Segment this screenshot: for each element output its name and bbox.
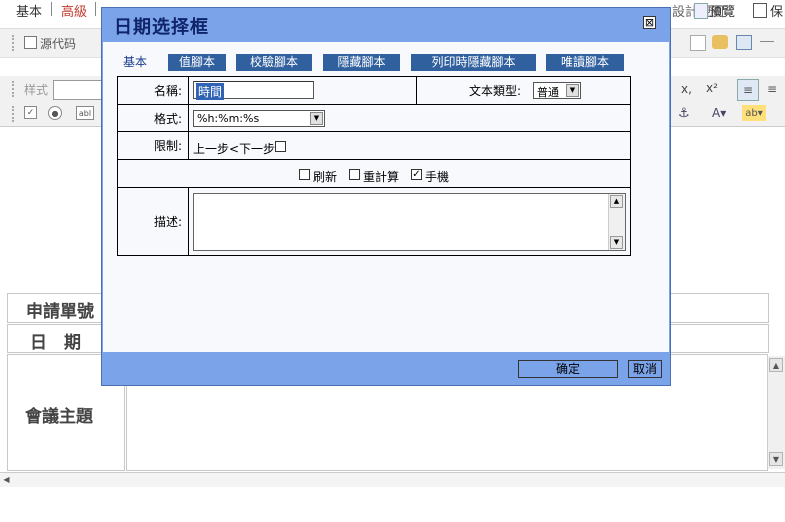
image-icon[interactable] (690, 35, 706, 51)
toolbar-grip[interactable] (12, 106, 17, 122)
dialog-footer: 确定 取消 (103, 352, 669, 385)
refresh-label: 刷新 (313, 170, 338, 184)
menu-separator (51, 2, 52, 16)
menu-separator (95, 2, 96, 16)
menu-save[interactable]: 保 (770, 1, 783, 20)
document-horizontal-scrollbar[interactable]: ◀ (0, 472, 785, 488)
document-vertical-scrollbar[interactable]: ▲ ▼ (767, 356, 785, 469)
ok-button[interactable]: 确定 (518, 360, 618, 378)
tab-value-script[interactable]: 值腳本 (168, 54, 226, 71)
chevron-down-icon[interactable]: ▼ (566, 84, 579, 97)
limit-label: 限制: (117, 131, 189, 160)
toolbar-grip[interactable] (12, 35, 17, 51)
name-input[interactable]: 時間 (193, 81, 314, 100)
text-type-value: 普通 (537, 86, 559, 99)
mobile-label: 手機 (425, 170, 450, 184)
textfield-tool-icon[interactable]: abl (76, 106, 94, 120)
name-input-value: 時間 (196, 83, 225, 100)
date-picker-dialog: 日期选择框 ⊠ 基本 值腳本 校驗腳本 隱藏腳本 列印時隱藏腳本 唯讀腳本 名稱… (101, 7, 671, 386)
editor-status-area (0, 487, 785, 522)
scroll-left-icon[interactable]: ◀ (1, 474, 12, 485)
description-textarea[interactable]: ▲ ▼ (193, 193, 626, 251)
scroll-down-icon[interactable]: ▼ (610, 236, 623, 249)
tab-basic[interactable]: 基本 (115, 54, 155, 71)
hr-icon[interactable] (760, 41, 774, 42)
align-center-icon[interactable]: ≡ (764, 79, 780, 99)
superscript-icon[interactable]: x² (706, 80, 718, 96)
dialog-title: 日期选择框 (114, 17, 209, 38)
toolbar-grip[interactable] (12, 81, 17, 97)
style-label: 样式 (24, 82, 49, 97)
tab-readonly-script[interactable]: 唯讀腳本 (546, 54, 624, 71)
table-icon[interactable] (736, 35, 752, 50)
dialog-body: 基本 值腳本 校驗腳本 隱藏腳本 列印時隱藏腳本 唯讀腳本 名稱: 格式: 限制… (103, 42, 669, 352)
bg-color-icon[interactable]: ab▾ (742, 105, 766, 121)
close-icon[interactable]: ⊠ (643, 16, 656, 29)
style-select[interactable] (53, 80, 103, 100)
format-select[interactable]: %h:%m:%s ▼ (193, 110, 325, 127)
tab-print-hidden-script[interactable]: 列印時隱藏腳本 (411, 54, 536, 71)
name-label: 名稱: (117, 76, 189, 105)
limit-checkbox[interactable] (275, 141, 286, 152)
recalc-checkbox[interactable] (349, 169, 360, 180)
scroll-up-icon[interactable]: ▲ (610, 195, 623, 208)
format-value: %h:%m:%s (197, 112, 260, 125)
refresh-checkbox[interactable] (299, 169, 310, 180)
tab-validation-script[interactable]: 校驗腳本 (236, 54, 312, 71)
text-type-label: 文本類型: (469, 84, 522, 98)
app-no-label: 申請單號 (26, 302, 94, 322)
source-icon (24, 36, 37, 49)
checkbox-tool-icon[interactable]: ✓ (24, 106, 37, 119)
save-icon (753, 3, 767, 18)
radio-tool-icon[interactable]: ● (48, 106, 62, 120)
mobile-checkbox[interactable]: ✓ (411, 169, 422, 180)
format-label: 格式: (117, 104, 189, 132)
anchor-icon[interactable]: ⚓ (678, 105, 690, 121)
desc-label: 描述: (117, 187, 189, 256)
limit-text: 上一步<下一步 (193, 142, 276, 156)
font-color-icon[interactable]: A▾ (712, 105, 726, 121)
align-left-icon[interactable]: ≡ (737, 79, 759, 101)
menu-preview[interactable]: 預覽 (709, 1, 735, 20)
text-type-select[interactable]: 普通 ▼ (533, 82, 581, 99)
subject-label: 會議主題 (25, 407, 93, 427)
menu-basic[interactable]: 基本 (16, 1, 42, 20)
recalc-label: 重計算 (363, 170, 400, 184)
textarea-scrollbar[interactable]: ▲ ▼ (608, 194, 625, 250)
scroll-up-icon[interactable]: ▲ (769, 358, 783, 372)
scroll-down-icon[interactable]: ▼ (769, 452, 783, 466)
source-code-button[interactable]: 源代码 (40, 35, 76, 51)
menu-advanced[interactable]: 高級 (61, 1, 87, 20)
subscript-icon[interactable]: x, (681, 81, 692, 97)
chevron-down-icon[interactable]: ▼ (310, 112, 323, 125)
cancel-button[interactable]: 取消 (628, 360, 662, 378)
date-label: 日 期 (30, 333, 81, 353)
text-type-cell (416, 76, 631, 105)
flash-icon[interactable] (712, 35, 728, 49)
tab-hidden-script[interactable]: 隱藏腳本 (323, 54, 400, 71)
preview-icon (694, 3, 708, 19)
